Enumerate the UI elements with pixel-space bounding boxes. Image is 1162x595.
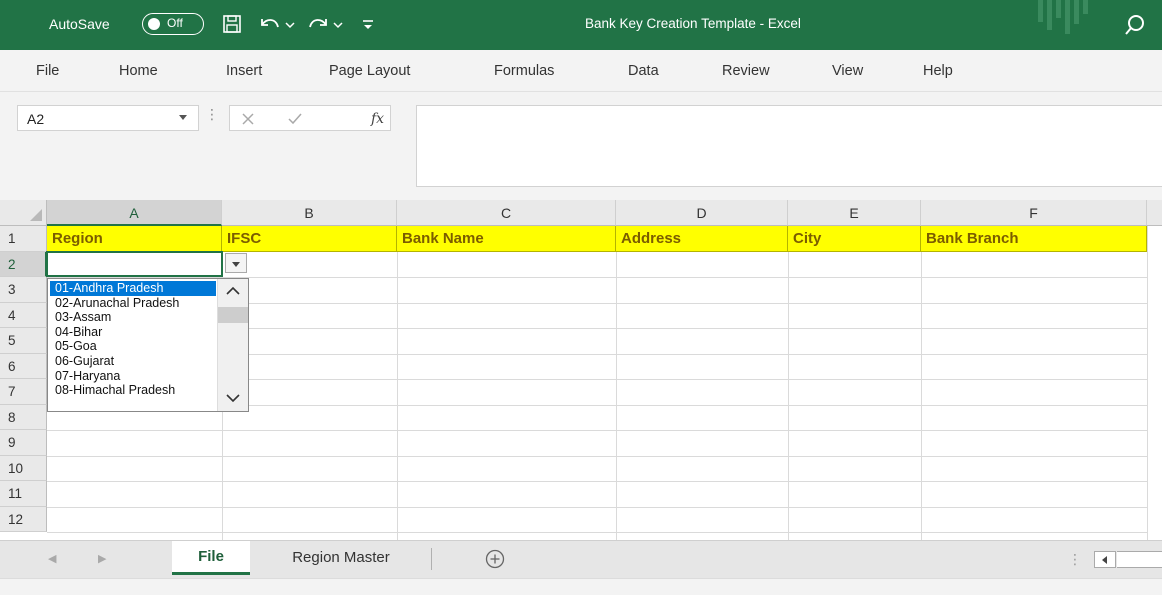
row-header-9[interactable]: 9 (0, 430, 47, 456)
add-sheet-icon[interactable] (484, 548, 506, 570)
column-header-e[interactable]: E (788, 200, 921, 226)
sheet-tab-region-master[interactable]: Region Master (252, 541, 430, 575)
autosave-toggle[interactable]: Off (142, 13, 204, 35)
autosave-label: AutoSave (49, 16, 110, 32)
column-header-g[interactable] (1147, 200, 1162, 226)
redo-icon[interactable] (308, 10, 348, 38)
grid-line (47, 532, 1147, 533)
tab-insert[interactable]: Insert (226, 63, 262, 79)
name-box-value: A2 (27, 111, 45, 127)
chevron-up-icon[interactable] (224, 284, 242, 298)
splitter-dots[interactable]: ⋮ (1068, 551, 1082, 568)
search-icon[interactable] (1122, 12, 1148, 38)
divider-dots: ⋮ (205, 106, 219, 122)
select-all-icon (30, 209, 42, 221)
chevron-down-icon (232, 262, 240, 267)
row-header-10[interactable]: 10 (0, 455, 47, 481)
cell-d1[interactable]: Address (616, 226, 788, 252)
row-header-12[interactable]: 12 (0, 506, 47, 532)
cancel-icon[interactable] (240, 108, 256, 133)
grid-line (397, 226, 398, 540)
region-dropdown-list[interactable]: 01-Andhra Pradesh 02-Arunachal Pradesh 0… (47, 278, 249, 412)
chevron-down-icon[interactable] (179, 115, 187, 120)
row-header-7[interactable]: 7 (0, 379, 47, 405)
grid-line (921, 226, 922, 540)
row-header-1[interactable]: 1 (0, 226, 47, 252)
row-header-5[interactable]: 5 (0, 328, 47, 354)
status-bar (0, 578, 1162, 595)
dropdown-option[interactable]: 07-Haryana (50, 369, 216, 384)
tab-home[interactable]: Home (119, 63, 158, 79)
name-box[interactable]: A2 (17, 105, 199, 131)
dropdown-option[interactable]: 05-Goa (50, 339, 216, 354)
dropdown-option[interactable]: 02-Arunachal Pradesh (50, 296, 216, 311)
grid-line (1147, 226, 1148, 540)
tab-formulas[interactable]: Formulas (494, 63, 554, 79)
column-header-f[interactable]: F (921, 200, 1147, 226)
window-title: Bank Key Creation Template - Excel (585, 16, 801, 31)
grid-line (47, 481, 1147, 482)
chevron-down-icon[interactable] (224, 391, 242, 405)
dropdown-option[interactable]: 04-Bihar (50, 325, 216, 340)
save-icon[interactable] (218, 10, 246, 38)
title-decoration (1038, 0, 1088, 34)
active-cell-a2[interactable] (46, 251, 223, 277)
select-all-corner[interactable] (0, 200, 47, 226)
column-header-b[interactable]: B (222, 200, 397, 226)
dropdown-option[interactable]: 03-Assam (50, 310, 216, 325)
tab-page-layout[interactable]: Page Layout (329, 63, 410, 79)
column-header-d[interactable]: D (616, 200, 788, 226)
dropdown-scrollbar[interactable] (217, 279, 248, 411)
row-header-3[interactable]: 3 (0, 277, 47, 303)
horizontal-scrollbar[interactable] (1117, 551, 1162, 568)
sheet-tab-bar: ◀ ▶ File Region Master ⋮ (0, 540, 1162, 578)
autosave-state: Off (167, 16, 183, 30)
previous-sheet-icon[interactable]: ◀ (48, 552, 56, 565)
cell-f1[interactable]: Bank Branch (921, 226, 1147, 252)
grid-line (47, 506, 1147, 508)
formula-input[interactable] (416, 105, 1162, 187)
tab-data[interactable]: Data (628, 63, 659, 79)
sheet-tab-file[interactable]: File (172, 541, 250, 575)
column-header-a[interactable]: A (47, 200, 222, 226)
svg-text:fx: fx (370, 111, 384, 127)
row-header-6[interactable]: 6 (0, 353, 47, 379)
ribbon-tabs: File Home Insert Page Layout Formulas Da… (0, 50, 1162, 92)
cell-c1[interactable]: Bank Name (397, 226, 616, 252)
cell-e1[interactable]: City (788, 226, 921, 252)
formula-buttons: fx (229, 105, 391, 131)
dropdown-option[interactable]: 06-Gujarat (50, 354, 216, 369)
dropdown-button[interactable] (225, 253, 247, 273)
undo-icon[interactable] (258, 10, 298, 38)
tab-divider (431, 548, 432, 570)
tab-help[interactable]: Help (923, 63, 953, 79)
dropdown-option[interactable]: 08-Himachal Pradesh (50, 383, 216, 398)
insert-function-icon[interactable]: fx (370, 108, 388, 133)
grid-line (47, 430, 1147, 431)
dropdown-option[interactable]: 01-Andhra Pradesh (50, 281, 216, 296)
enter-icon[interactable] (286, 108, 304, 133)
scroll-left-button[interactable] (1094, 551, 1116, 568)
row-header-4[interactable]: 4 (0, 302, 47, 328)
formula-area: A2 ⋮ fx (0, 92, 1162, 200)
chevron-left-icon (1102, 556, 1107, 564)
tab-view[interactable]: View (832, 63, 863, 79)
row-header-2[interactable]: 2 (0, 251, 47, 277)
cell-b1[interactable]: IFSC (222, 226, 397, 252)
scrollbar-thumb[interactable] (218, 307, 248, 323)
toggle-knob (148, 18, 160, 30)
tab-review[interactable]: Review (722, 63, 770, 79)
customize-toolbar-icon[interactable] (358, 10, 378, 38)
cell-a1[interactable]: Region (47, 226, 222, 252)
title-bar: AutoSave Off Bank Key Creation Template … (0, 0, 1162, 50)
grid-line (616, 226, 617, 540)
grid-line (47, 455, 1147, 457)
column-header-c[interactable]: C (397, 200, 616, 226)
worksheet-grid: A B C D E F 1 2 3 4 5 6 7 8 9 10 11 12 R… (0, 200, 1162, 540)
row-header-11[interactable]: 11 (0, 481, 47, 507)
grid-line (788, 226, 789, 540)
tab-file[interactable]: File (36, 63, 59, 79)
next-sheet-icon[interactable]: ▶ (98, 552, 106, 565)
row-header-8[interactable]: 8 (0, 404, 47, 430)
